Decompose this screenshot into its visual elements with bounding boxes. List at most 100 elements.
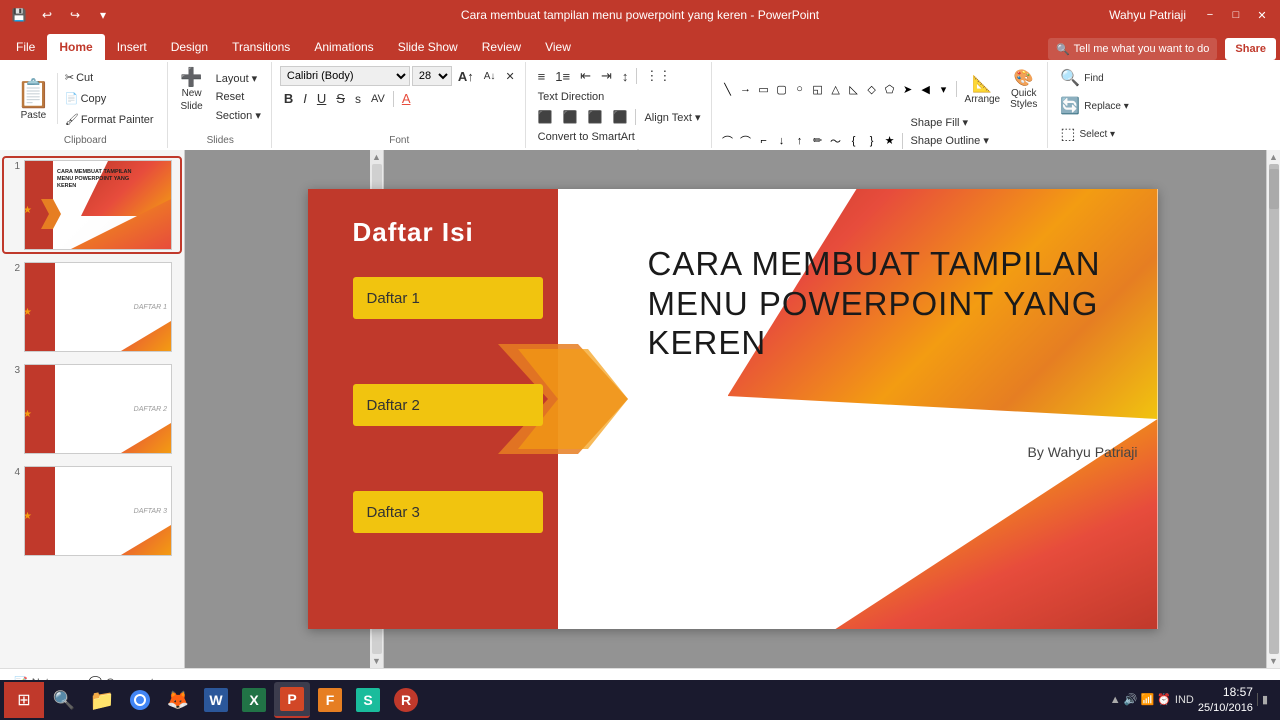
shape-oval[interactable]: ○: [792, 81, 808, 97]
arrange-btn[interactable]: 📐 Arrange: [961, 72, 1005, 107]
justify-btn[interactable]: ⬛: [609, 108, 632, 126]
numbering-btn[interactable]: 1≡: [551, 67, 574, 86]
align-right-btn[interactable]: ⬛: [584, 108, 607, 126]
taskbar-search[interactable]: 🔍: [46, 682, 82, 718]
save-btn[interactable]: 💾: [8, 4, 30, 26]
shape-right-triangle[interactable]: ◺: [846, 81, 862, 97]
shape-freeform[interactable]: ✏: [810, 133, 826, 149]
shape-arrow-left[interactable]: ◀: [918, 81, 934, 97]
increase-font-btn[interactable]: A↑: [454, 67, 478, 86]
share-button[interactable]: Share: [1225, 38, 1276, 60]
close-btn[interactable]: ✕: [1252, 5, 1272, 25]
taskbar-app-f[interactable]: F: [312, 682, 348, 718]
section-btn[interactable]: Section ▾: [212, 107, 265, 124]
daftar-item-1[interactable]: Daftar 1: [353, 277, 543, 319]
taskbar-firefox[interactable]: 🦊: [160, 682, 196, 718]
shape-line[interactable]: ╲: [720, 81, 736, 97]
minimize-btn[interactable]: −: [1200, 5, 1220, 25]
increase-indent-btn[interactable]: ⇥: [597, 66, 616, 86]
shape-arrow-up[interactable]: ↑: [792, 133, 808, 149]
taskbar-chrome[interactable]: [122, 682, 158, 718]
format-painter-btn[interactable]: 🖌Format Painter: [61, 111, 158, 128]
shape-rect[interactable]: ▭: [756, 81, 772, 97]
undo-btn[interactable]: ↩: [36, 4, 58, 26]
slide-thumb-2[interactable]: 2 DAFTAR 1 ★: [4, 260, 180, 354]
taskbar-explorer[interactable]: 📁: [84, 682, 120, 718]
replace-btn[interactable]: 🔄 Replace ▾: [1056, 94, 1132, 118]
tab-slideshow[interactable]: Slide Show: [386, 34, 470, 60]
reset-btn[interactable]: Reset: [212, 89, 265, 105]
font-color-btn[interactable]: A: [398, 89, 415, 108]
find-btn[interactable]: 🔍 Find: [1056, 66, 1107, 90]
tab-insert[interactable]: Insert: [105, 34, 159, 60]
layout-btn[interactable]: Layout ▾: [212, 70, 265, 87]
copy-btn[interactable]: 📄Copy: [61, 90, 158, 107]
char-spacing-btn[interactable]: AV: [367, 91, 389, 107]
redo-btn[interactable]: ↪: [64, 4, 86, 26]
align-left-btn[interactable]: ⬛: [534, 108, 557, 126]
search-box[interactable]: 🔍 Tell me what you want to do: [1048, 38, 1217, 60]
tab-animations[interactable]: Animations: [302, 34, 385, 60]
show-desktop-btn[interactable]: ▮: [1257, 693, 1268, 706]
paste-btn[interactable]: 📋 Paste ✂Cut 📄Copy 🖌Format Painter: [10, 69, 161, 128]
taskbar-app-s[interactable]: S: [350, 682, 386, 718]
shape-curve2[interactable]: 〜: [828, 133, 844, 149]
tab-transitions[interactable]: Transitions: [220, 34, 302, 60]
line-spacing-btn[interactable]: ↕: [618, 67, 633, 86]
taskbar-excel[interactable]: X: [236, 682, 272, 718]
shape-pentagon[interactable]: ⬠: [882, 81, 898, 97]
slide-thumb-1[interactable]: 1 CARA MEMBUAT TAMPILANMENU POWERPOINT Y…: [4, 158, 180, 252]
shape-elbow[interactable]: ⌐: [756, 133, 772, 149]
font-name-select[interactable]: Calibri (Body): [280, 66, 410, 86]
tab-file[interactable]: File: [4, 34, 47, 60]
slide-thumb-3[interactable]: 3 DAFTAR 2 ★: [4, 362, 180, 456]
slide-subtitle[interactable]: By Wahyu Patriaji: [1028, 444, 1138, 460]
font-size-select[interactable]: 28: [412, 66, 452, 86]
shape-triangle[interactable]: △: [828, 81, 844, 97]
taskbar-powerpoint[interactable]: P: [274, 682, 310, 718]
shape-curve[interactable]: ⌒: [720, 133, 736, 149]
shape-more[interactable]: ▾: [936, 81, 952, 97]
shape-fill-btn[interactable]: Shape Fill ▾: [907, 114, 993, 131]
text-direction-btn[interactable]: Text Direction: [534, 89, 609, 105]
shape-diamond[interactable]: ◇: [864, 81, 880, 97]
tab-home[interactable]: Home: [47, 34, 104, 60]
quick-styles-btn[interactable]: 🎨 Quick Styles: [1006, 66, 1041, 112]
italic-btn[interactable]: I: [299, 89, 311, 108]
tab-review[interactable]: Review: [470, 34, 533, 60]
align-center-btn[interactable]: ⬛: [559, 108, 582, 126]
clear-format-btn[interactable]: ✕: [501, 68, 518, 85]
shape-bracket[interactable]: {: [846, 133, 862, 149]
tab-design[interactable]: Design: [159, 34, 220, 60]
convert-smartart-btn[interactable]: Convert to SmartArt: [534, 129, 639, 145]
cut-btn[interactable]: ✂Cut: [61, 69, 158, 86]
daftar-item-3[interactable]: Daftar 3: [353, 491, 543, 533]
daftar-item-2[interactable]: Daftar 2: [353, 384, 543, 426]
shape-connector[interactable]: ⌒: [738, 133, 754, 149]
align-text-btn[interactable]: Align Text ▾: [640, 109, 704, 126]
shape-outline-btn[interactable]: Shape Outline ▾: [907, 132, 993, 149]
decrease-font-btn[interactable]: A↓: [480, 69, 500, 84]
shape-arrow-down[interactable]: ↓: [774, 133, 790, 149]
slide-canvas[interactable]: Daftar 1 Daftar 2 Daftar 3 Daftar Isi CA…: [308, 189, 1158, 629]
bullets-btn[interactable]: ≡: [534, 67, 550, 86]
taskbar-app-r[interactable]: R: [388, 682, 424, 718]
shape-brace[interactable]: }: [864, 133, 880, 149]
tab-view[interactable]: View: [533, 34, 583, 60]
shape-arrow-line[interactable]: →: [738, 81, 754, 97]
shape-parallelogram[interactable]: ◱: [810, 81, 826, 97]
shadow-btn[interactable]: s: [351, 90, 365, 108]
maximize-btn[interactable]: □: [1226, 5, 1246, 25]
slide-thumb-4[interactable]: 4 DAFTAR 3 ★: [4, 464, 180, 558]
decrease-indent-btn[interactable]: ⇤: [576, 66, 595, 86]
shape-star[interactable]: ★: [882, 133, 898, 149]
underline-btn[interactable]: U: [313, 89, 330, 108]
right-scrollbar[interactable]: ▲ ▼: [1266, 150, 1280, 668]
bold-btn[interactable]: B: [280, 89, 297, 108]
start-button[interactable]: ⊞: [4, 682, 44, 718]
taskbar-word[interactable]: W: [198, 682, 234, 718]
strikethrough-btn[interactable]: S: [332, 89, 349, 108]
customize-btn[interactable]: ▾: [92, 4, 114, 26]
slide-main-title[interactable]: CARA MEMBUAT TAMPILAN MENU POWERPOINT YA…: [648, 244, 1138, 363]
shape-arrow-right[interactable]: ➤: [900, 81, 916, 97]
